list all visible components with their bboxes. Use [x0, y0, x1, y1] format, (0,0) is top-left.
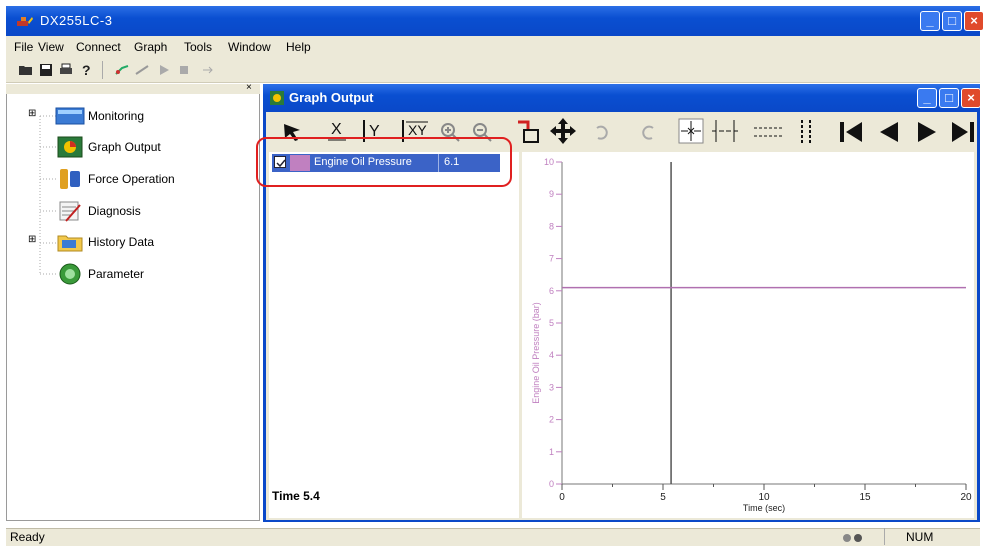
diagnosis-icon [59, 201, 81, 222]
status-indicator-icon [843, 534, 862, 542]
maximize-button[interactable]: □ [942, 11, 962, 31]
x-axis-label: Time (sec) [743, 503, 785, 513]
tree-label: Diagnosis [88, 204, 141, 218]
toolbar-separator [102, 61, 103, 79]
undo-icon[interactable] [592, 122, 612, 142]
expand-icon[interactable]: ⊞ [28, 108, 36, 119]
x-tick-label: 0 [559, 492, 565, 503]
cursor-pair-icon[interactable] [710, 118, 740, 144]
y-tick-label: 7 [549, 254, 554, 264]
y-axis-label: Engine Oil Pressure (bar) [531, 302, 541, 404]
tree-item-force-operation[interactable]: Force Operation [6, 167, 260, 191]
y-tick-label: 10 [544, 157, 554, 167]
graph-window-title: Graph Output [289, 90, 374, 105]
menu-bar: File View Connect Graph Tools Window Hel… [6, 36, 980, 58]
step-icon[interactable] [200, 62, 216, 78]
disconnect-icon[interactable] [134, 62, 150, 78]
play-icon[interactable] [156, 62, 172, 78]
tree-label: Force Operation [88, 172, 175, 186]
next-icon[interactable] [914, 120, 940, 144]
tree-label: History Data [88, 235, 155, 249]
y-tick-label: 3 [549, 382, 554, 392]
open-icon[interactable] [18, 62, 34, 78]
first-icon[interactable] [838, 120, 866, 144]
redo-icon[interactable] [638, 122, 658, 142]
status-bar: Ready NUM [6, 528, 980, 546]
tree-item-parameter[interactable]: Parameter [6, 262, 260, 286]
num-lock-indicator: NUM [906, 530, 934, 544]
graph-window-icon [270, 91, 284, 105]
save-icon[interactable] [38, 62, 54, 78]
expand-icon[interactable]: ⊞ [28, 234, 36, 245]
tree-item-history-data[interactable]: ⊞ History Data [6, 230, 260, 254]
graph-maximize-button[interactable]: □ [939, 88, 959, 108]
status-divider [884, 528, 885, 545]
x-tick-label: 10 [758, 492, 770, 503]
tree-item-graph-output[interactable]: Graph Output [6, 135, 260, 159]
menu-view[interactable]: View [38, 40, 64, 54]
app-title: DX255LC-3 [40, 13, 113, 28]
minimize-button[interactable]: _ [920, 11, 940, 31]
x-tick-label: 5 [660, 492, 666, 503]
graph-minimize-button[interactable]: _ [917, 88, 937, 108]
graph-window-titlebar: Graph Output _ □ × [263, 84, 981, 112]
excavator-icon [17, 17, 33, 26]
highlight-annotation [256, 137, 512, 187]
svg-text:?: ? [82, 62, 91, 78]
y-tick-label: 1 [549, 447, 554, 457]
x-tick-label: 20 [960, 492, 972, 503]
graph-icon [57, 136, 83, 158]
previous-icon[interactable] [876, 120, 902, 144]
tree-label: Graph Output [88, 140, 161, 154]
last-icon[interactable] [950, 120, 976, 144]
help-icon[interactable]: ? [78, 62, 94, 78]
parameter-icon [59, 263, 81, 285]
horizontal-lines-icon[interactable] [752, 122, 786, 142]
pane-header: × [6, 82, 260, 94]
line-chart: 0 1 2 3 4 5 6 7 8 9 10 0 5 10 15 20 Time (sec) Engine Oil… [531, 157, 972, 513]
y-tick-label: 2 [549, 415, 554, 425]
connect-icon[interactable] [114, 62, 130, 78]
x-tick-label: 15 [859, 492, 871, 503]
svg-text:X: X [331, 121, 342, 138]
stop-icon[interactable] [176, 62, 192, 78]
pan-area-icon[interactable] [514, 118, 542, 146]
menu-file[interactable]: File [14, 40, 33, 54]
monitor-icon [55, 107, 85, 125]
menu-connect[interactable]: Connect [76, 40, 121, 54]
pane-close-icon[interactable]: × [246, 82, 252, 93]
y-tick-label: 6 [549, 286, 554, 296]
close-button[interactable]: × [964, 11, 983, 31]
graph-close-button[interactable]: × [961, 88, 981, 108]
y-tick-label: 0 [549, 479, 554, 489]
tools-icon [60, 169, 80, 189]
tree-item-diagnosis[interactable]: Diagnosis [6, 199, 260, 223]
menu-help[interactable]: Help [286, 40, 311, 54]
tree-item-monitoring[interactable]: ⊞ Monitoring [6, 104, 260, 128]
main-toolbar: ? [6, 58, 980, 83]
app-titlebar: DX255LC-3 _ □ × [6, 6, 983, 36]
cursor-cross-icon[interactable] [678, 118, 704, 144]
series-list [269, 152, 519, 518]
y-tick-label: 4 [549, 350, 554, 360]
svg-text:XY: XY [408, 122, 427, 138]
menu-tools[interactable]: Tools [184, 40, 212, 54]
y-tick-label: 5 [549, 318, 554, 328]
menu-graph[interactable]: Graph [134, 40, 167, 54]
vertical-lines-icon[interactable] [796, 118, 816, 146]
time-label: Time 5.4 [272, 489, 320, 503]
menu-window[interactable]: Window [228, 40, 271, 54]
tree-label: Parameter [88, 267, 145, 281]
tree-label: Monitoring [88, 109, 145, 123]
folder-icon [57, 235, 83, 252]
move-icon[interactable] [548, 116, 578, 146]
y-tick-label: 8 [549, 221, 554, 231]
status-text: Ready [10, 530, 45, 544]
y-tick-label: 9 [549, 189, 554, 199]
print-icon[interactable] [58, 62, 74, 78]
